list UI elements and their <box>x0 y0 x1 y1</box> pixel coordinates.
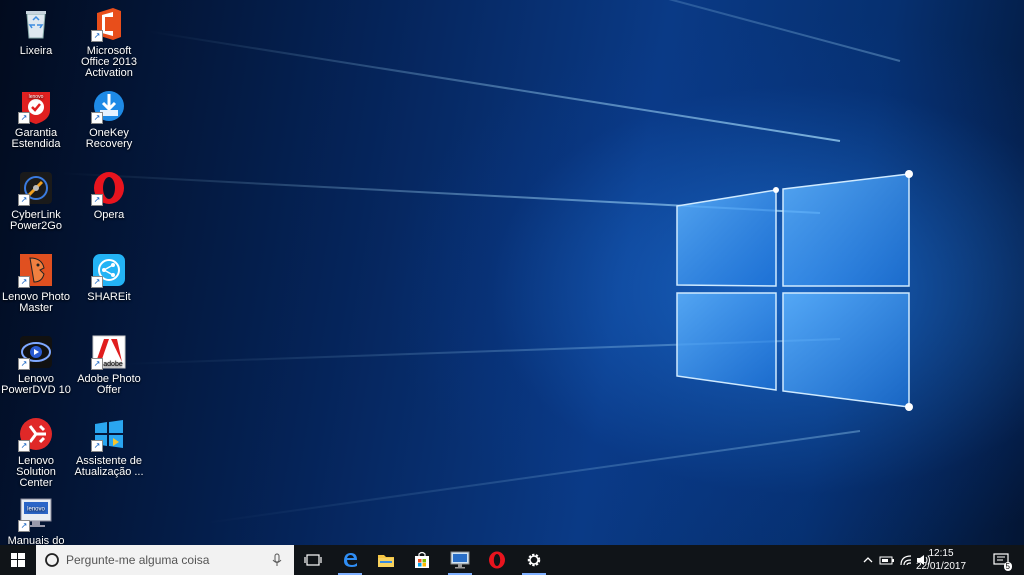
shortcut-arrow-icon: ↗ <box>18 440 30 452</box>
icon-label: OneKey Recovery <box>85 127 133 150</box>
desktop-icon-photo-master[interactable]: ↗ Lenovo Photo Master <box>1 250 71 314</box>
chevron-up-icon <box>863 557 873 563</box>
cortana-circle-icon <box>45 553 59 567</box>
microphone-icon[interactable] <box>270 553 284 567</box>
desktop-icon-update-assistant[interactable]: ↗ Assistente de Atualização ... <box>74 414 144 478</box>
search-placeholder: Pergunte-me alguma coisa <box>66 553 210 567</box>
desktop-icon-powerdvd[interactable]: ↗ Lenovo PowerDVD 10 <box>1 332 71 396</box>
shortcut-arrow-icon: ↗ <box>18 276 30 288</box>
adobe-icon: adobe ↗ <box>91 334 127 370</box>
desktop-icon-power2go[interactable]: ↗ CyberLink Power2Go <box>1 168 71 232</box>
shortcut-arrow-icon: ↗ <box>91 194 103 206</box>
adobe-logo-text: adobe <box>103 361 123 368</box>
icon-label: Lixeira <box>19 45 53 57</box>
folder-icon <box>378 555 394 567</box>
shareit-icon: ↗ <box>91 252 127 288</box>
remote-desktop-button[interactable] <box>442 545 478 575</box>
icon-label: Lenovo Solution Center <box>16 455 56 489</box>
clock-time: 12:15 <box>928 548 954 559</box>
shortcut-arrow-icon: ↗ <box>18 112 30 124</box>
windows-logo-wallpaper <box>676 170 913 411</box>
desktop-icon-manuais[interactable]: lenovo ↗ Manuais do <box>1 494 71 545</box>
action-center-button[interactable]: 5 <box>988 545 1014 575</box>
cortana-search-box[interactable]: Pergunte-me alguma coisa <box>36 545 294 575</box>
gear-icon <box>527 553 541 567</box>
start-button[interactable] <box>0 545 36 575</box>
shortcut-arrow-icon: ↗ <box>18 520 30 532</box>
edge-button[interactable] <box>332 545 368 575</box>
shortcut-arrow-icon: ↗ <box>91 112 103 124</box>
lenovo-logo-text: lenovo <box>29 94 44 100</box>
recycle-bin-icon <box>18 6 54 42</box>
office-icon: ↗ <box>91 6 127 42</box>
edge-icon <box>344 553 357 567</box>
icon-label: Adobe Photo Offer <box>77 373 141 396</box>
desktop-icon-adobe-offer[interactable]: adobe ↗ Adobe Photo Offer <box>74 332 144 396</box>
windows-start-icon <box>11 553 25 567</box>
powerdvd-icon: ↗ <box>18 334 54 370</box>
desktop-icon-opera[interactable]: ↗ Opera <box>74 168 144 221</box>
icon-label: Lenovo Photo Master <box>2 291 70 314</box>
file-explorer-button[interactable] <box>368 545 404 575</box>
monitor-icon <box>450 551 470 569</box>
icon-label: CyberLink Power2Go <box>10 209 62 232</box>
photo-master-icon: ↗ <box>18 252 54 288</box>
icon-label: Microsoft Office 2013 Activation <box>80 45 138 79</box>
store-bag-icon <box>415 551 429 568</box>
icon-label: Garantia Estendida <box>11 127 61 150</box>
clock-date: 22/01/2017 <box>915 561 967 572</box>
task-view-button[interactable] <box>296 545 330 575</box>
lenovo-logo-text: lenovo <box>27 507 45 513</box>
icon-label: Assistente de Atualização ... <box>74 455 144 478</box>
settings-button[interactable] <box>516 545 552 575</box>
shortcut-arrow-icon: ↗ <box>91 358 103 370</box>
battery-plug-icon <box>879 556 894 565</box>
desktop[interactable]: Lixeira lenovo ↗ Garantia Estendida ↗ Cy… <box>0 0 1024 545</box>
desktop-icon-solution-center[interactable]: ↗ Lenovo Solution Center <box>1 414 71 489</box>
solution-center-icon: ↗ <box>18 416 54 452</box>
taskbar: Pergunte-me alguma coisa 12:15 22/01/201… <box>0 545 1024 575</box>
opera-icon: ↗ <box>91 170 127 206</box>
shortcut-arrow-icon: ↗ <box>91 276 103 288</box>
icon-label: Lenovo PowerDVD 10 <box>1 373 71 396</box>
shortcut-arrow-icon: ↗ <box>91 30 103 42</box>
desktop-icon-shareit[interactable]: ↗ SHAREit <box>74 250 144 303</box>
store-button[interactable] <box>404 545 440 575</box>
opera-icon <box>489 551 505 569</box>
show-hidden-icons-button[interactable] <box>860 545 876 575</box>
power2go-icon: ↗ <box>18 170 54 206</box>
notification-badge: 5 <box>1003 562 1012 571</box>
opera-taskbar-button[interactable] <box>479 545 515 575</box>
lenovo-manuals-icon: lenovo ↗ <box>18 496 54 532</box>
system-clock[interactable]: 12:15 22/01/2017 <box>906 547 976 573</box>
lenovo-warranty-icon: lenovo ↗ <box>18 88 54 124</box>
shortcut-arrow-icon: ↗ <box>18 194 30 206</box>
icon-label: SHAREit <box>87 291 131 303</box>
shortcut-arrow-icon: ↗ <box>18 358 30 370</box>
desktop-icon-garantia-estendida[interactable]: lenovo ↗ Garantia Estendida <box>1 86 71 150</box>
task-view-icon <box>304 554 322 566</box>
desktop-icon-onekey-recovery[interactable]: ↗ OneKey Recovery <box>74 86 144 150</box>
desktop-icon-office-activation[interactable]: ↗ Microsoft Office 2013 Activation <box>74 4 144 79</box>
icon-label: Opera <box>93 209 125 221</box>
shortcut-arrow-icon: ↗ <box>91 440 103 452</box>
battery-indicator[interactable] <box>878 545 896 575</box>
windows-update-icon: ↗ <box>91 416 127 452</box>
desktop-icon-recycle-bin[interactable]: Lixeira <box>1 4 71 57</box>
onekey-recovery-icon: ↗ <box>91 88 127 124</box>
icon-label: Manuais do <box>7 535 65 546</box>
